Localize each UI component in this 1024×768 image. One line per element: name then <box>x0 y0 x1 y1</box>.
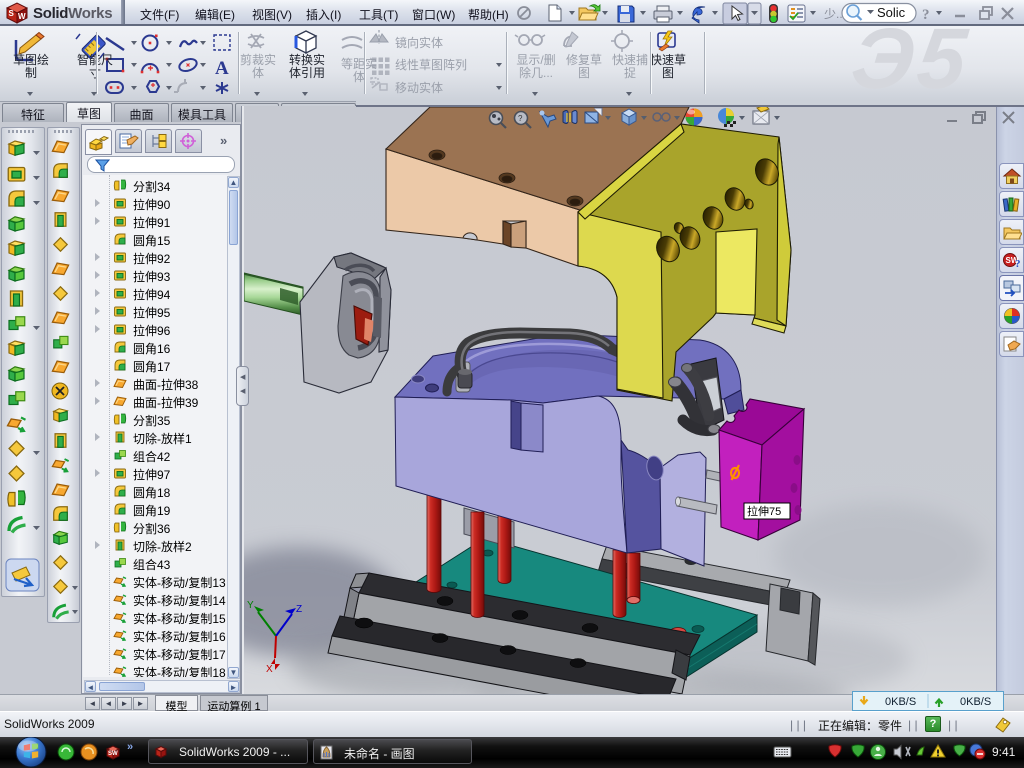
svg-text:0KB/S: 0KB/S <box>960 696 991 708</box>
svg-text:9:41: 9:41 <box>992 745 1016 759</box>
svg-text:»: » <box>127 741 133 753</box>
svg-text:SW: SW <box>108 751 118 757</box>
svg-text:Y: Y <box>247 600 254 611</box>
svg-text:拉伸75: 拉伸75 <box>747 504 781 518</box>
svg-text:0KB/S: 0KB/S <box>885 696 916 708</box>
svg-text:少..: 少.. <box>824 7 843 21</box>
svg-text:?: ? <box>922 7 930 23</box>
svg-text:Solic: Solic <box>877 5 906 20</box>
svg-text:?: ? <box>518 114 523 123</box>
svg-text:Z: Z <box>296 604 302 615</box>
svg-text:?: ? <box>1015 258 1021 269</box>
svg-text:X: X <box>266 664 273 675</box>
svg-text:A: A <box>215 58 229 79</box>
